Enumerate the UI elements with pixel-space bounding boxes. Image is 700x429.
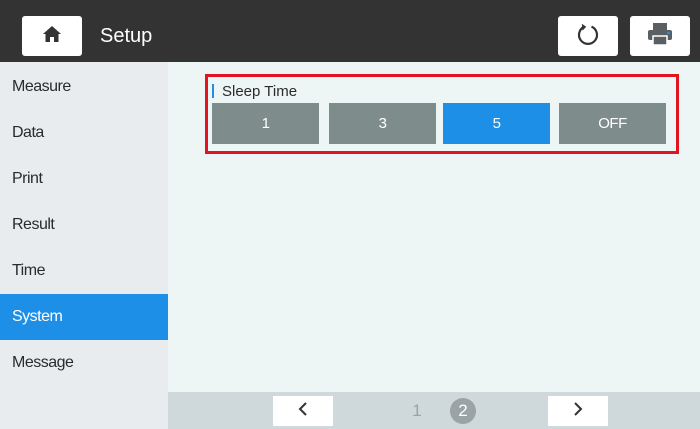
page-number-2[interactable]: 2: [450, 398, 476, 424]
sidebar-item-time[interactable]: Time: [0, 248, 168, 294]
sidebar-item-label: Message: [12, 354, 74, 371]
sidebar-item-data[interactable]: Data: [0, 110, 168, 156]
label-accent-bar: [212, 84, 214, 98]
sidebar-item-print[interactable]: Print: [0, 156, 168, 202]
sleep-option-1-button[interactable]: 1: [212, 103, 319, 144]
sleep-option-off-button[interactable]: OFF: [559, 103, 666, 144]
printer-icon: [647, 22, 673, 51]
sleep-time-label-text: Sleep Time: [222, 82, 298, 100]
sidebar-item-label: Measure: [12, 78, 71, 95]
sidebar-item-label: Result: [12, 216, 55, 233]
sidebar-item-label: Time: [12, 262, 45, 279]
sidebar-item-measure[interactable]: Measure: [0, 64, 168, 110]
sleep-option-5-button[interactable]: 5: [443, 103, 550, 144]
sidebar-item-message[interactable]: Message: [0, 340, 168, 386]
sidebar-item-system[interactable]: System: [0, 294, 168, 340]
top-bar: Setup: [0, 0, 700, 62]
page-title: Setup: [100, 25, 153, 47]
sleep-option-3-button[interactable]: 3: [329, 103, 436, 144]
chevron-left-icon: [297, 401, 309, 421]
sleep-time-label: Sleep Time: [212, 82, 297, 100]
sidebar-item-label: System: [12, 308, 63, 325]
prev-page-button[interactable]: [273, 396, 333, 426]
print-button[interactable]: [630, 16, 690, 56]
page-number-1[interactable]: 1: [404, 398, 430, 424]
chevron-right-icon: [572, 401, 584, 421]
refresh-button[interactable]: [558, 16, 618, 56]
sidebar-item-label: Print: [12, 170, 43, 187]
pagination-bar: [168, 392, 700, 429]
refresh-icon: [576, 22, 600, 51]
home-icon: [42, 25, 62, 48]
next-page-button[interactable]: [548, 396, 608, 426]
home-button[interactable]: [22, 16, 82, 56]
sidebar: Measure Data Print Result Time System Me…: [0, 62, 168, 429]
sidebar-item-label: Data: [12, 124, 44, 141]
sidebar-item-result[interactable]: Result: [0, 202, 168, 248]
